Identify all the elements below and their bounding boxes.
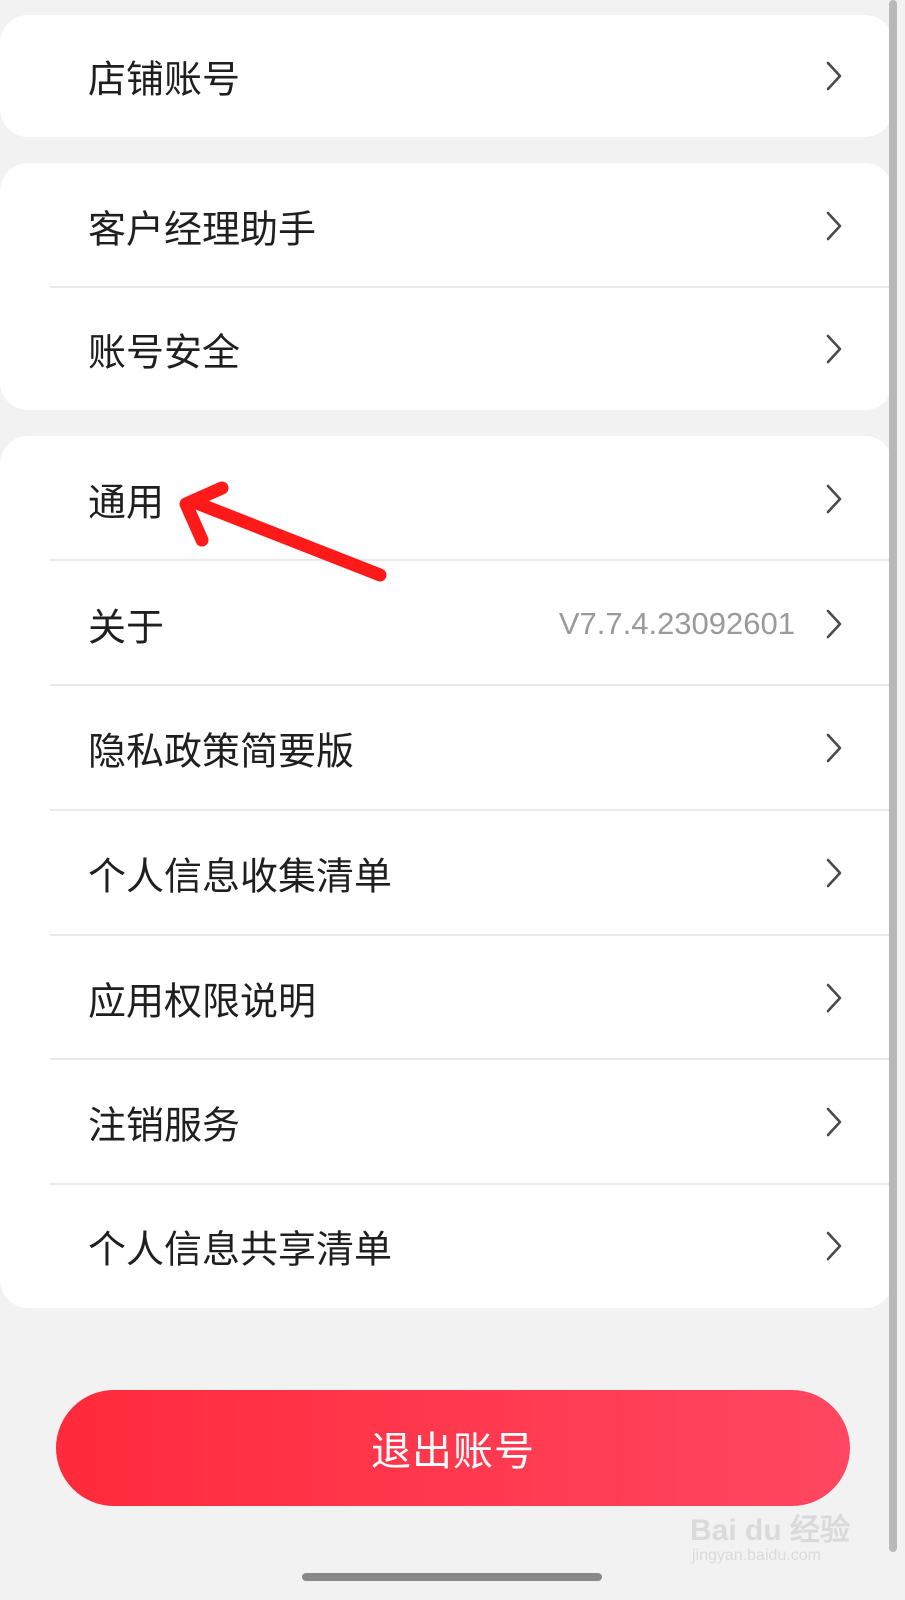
baidu-watermark: Bai du 经验 jingyan.baidu.com (690, 1505, 865, 1580)
row-label: 客户经理助手 (88, 207, 317, 252)
row-label: 个人信息收集清单 (88, 854, 393, 899)
row-store-account[interactable]: 店铺账号 (0, 15, 893, 137)
row-account-security[interactable]: 账号安全 (0, 287, 893, 410)
row-privacy-policy-brief[interactable]: 隐私政策简要版 (0, 685, 893, 811)
row-account-manager-assistant[interactable]: 客户经理助手 (0, 163, 893, 289)
row-app-permissions[interactable]: 应用权限说明 (0, 935, 893, 1061)
settings-group-1: 店铺账号 (0, 15, 893, 137)
logout-button[interactable]: 退出账号 (56, 1390, 850, 1506)
watermark-text: Bai du 经验 (690, 1514, 851, 1547)
chevron-right-icon (826, 334, 842, 363)
chevron-right-icon (826, 1231, 842, 1261)
chevron-right-icon (826, 733, 842, 763)
row-personal-info-collection[interactable]: 个人信息收集清单 (0, 810, 893, 936)
watermark-sub: jingyan.baidu.com (692, 1547, 821, 1564)
row-label: 通用 (88, 480, 165, 525)
row-label: 关于 (88, 605, 165, 650)
chevron-right-icon (826, 858, 842, 888)
chevron-right-icon (826, 983, 842, 1013)
row-label: 隐私政策简要版 (88, 729, 355, 774)
settings-group-2: 客户经理助手 账号安全 (0, 163, 893, 410)
chevron-right-icon (826, 484, 842, 514)
row-personal-info-sharing[interactable]: 个人信息共享清单 (0, 1184, 893, 1308)
chevron-right-icon (826, 1107, 842, 1137)
scrollbar[interactable] (889, 0, 897, 1552)
row-about[interactable]: 关于 V7.7.4.23092601 (0, 561, 893, 687)
row-label: 个人信息共享清单 (88, 1227, 393, 1272)
row-general[interactable]: 通用 (0, 436, 893, 562)
row-label: 应用权限说明 (88, 979, 317, 1024)
settings-group-3: 通用 关于 V7.7.4.23092601 隐私政策简要版 个人信息收集清单 应… (0, 436, 893, 1308)
chevron-right-icon (826, 609, 842, 639)
row-label: 账号安全 (88, 330, 241, 374)
home-indicator[interactable] (302, 1573, 602, 1581)
chevron-right-icon (826, 61, 842, 91)
row-label: 注销服务 (88, 1103, 241, 1148)
version-value: V7.7.4.23092601 (558, 606, 795, 641)
row-label: 店铺账号 (88, 57, 241, 102)
chevron-right-icon (826, 211, 842, 241)
row-deactivation-service[interactable]: 注销服务 (0, 1059, 893, 1185)
